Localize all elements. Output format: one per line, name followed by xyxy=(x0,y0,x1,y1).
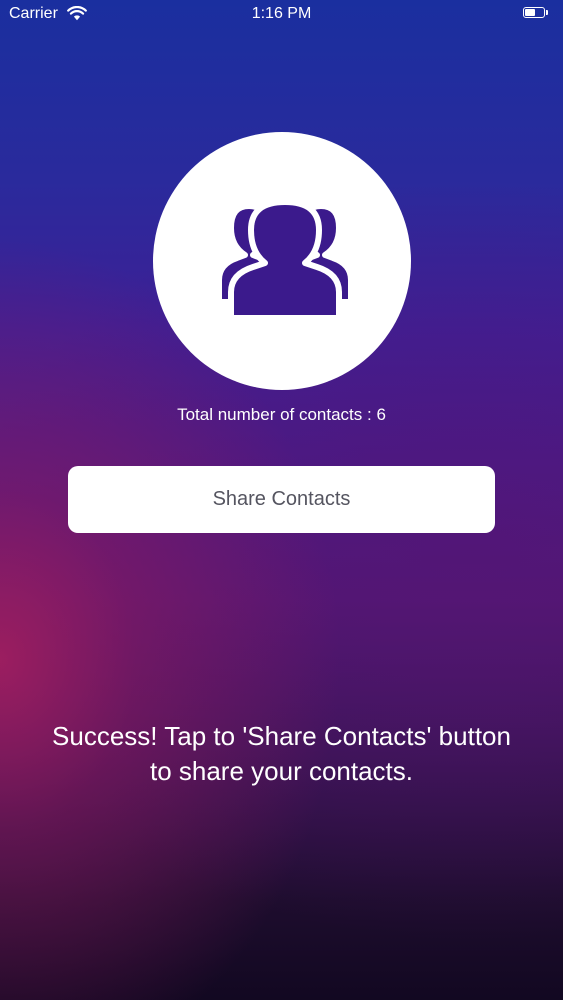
battery-tip xyxy=(546,10,548,15)
status-bar: Carrier 1:16 PM xyxy=(0,0,563,30)
battery-fill xyxy=(525,9,535,16)
status-time: 1:16 PM xyxy=(251,5,312,22)
contacts-count-label: Total number of contacts : 6 xyxy=(177,405,386,424)
battery-icon xyxy=(523,7,549,20)
contacts-avatar-circle xyxy=(153,132,411,390)
contacts-group-icon xyxy=(216,199,354,321)
success-message-line-2: to share your contacts. xyxy=(149,756,414,786)
share-contacts-button[interactable]: Share Contacts xyxy=(68,466,495,533)
success-message-line-1: Success! Tap to 'Share Contacts' button xyxy=(52,721,511,751)
success-message: Success! Tap to 'Share Contacts' button … xyxy=(20,719,543,789)
